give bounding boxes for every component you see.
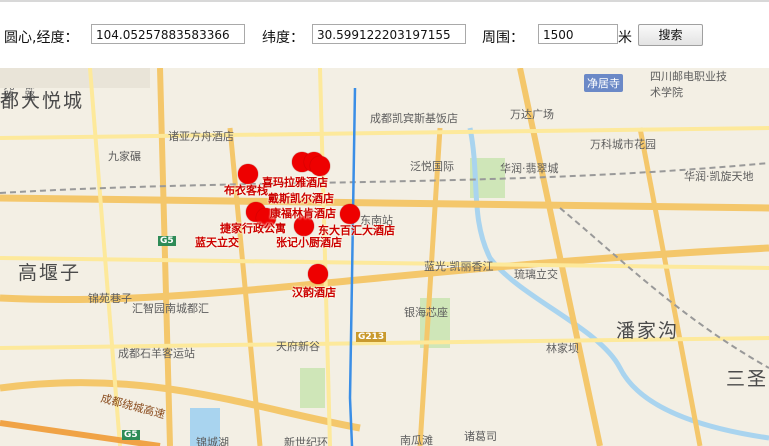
label-huarun-cuiwei: 华润·翡翠城 [500, 162, 559, 175]
label-huarun-rundong: 华润·凯旋天地 [684, 170, 754, 183]
label-lanjiang: 蓝光·凯丽香江 [424, 260, 494, 273]
latitude-label: 纬度： [262, 30, 304, 46]
label-nanguatan: 南瓜滩 [400, 434, 433, 446]
label-xinshiji: 新世纪环 [284, 436, 328, 446]
search-button[interactable]: 搜索 [638, 24, 703, 46]
label-panjiagou: 潘家沟 [616, 320, 680, 342]
latitude-input[interactable]: 30.599122203197155 [312, 24, 466, 44]
label-shiyang: 成都石羊客运站 [118, 347, 195, 360]
hotel-marker[interactable] [310, 156, 330, 176]
hotel-label: 喜玛拉雅酒店 [262, 176, 328, 189]
hotel-label: 戴斯凯尔酒店 [268, 192, 334, 205]
range-input[interactable]: 1500 [538, 24, 618, 44]
label-liuli: 琉璃立交 [514, 268, 558, 281]
label-fanyue: 泛悦国际 [410, 160, 454, 173]
search-toolbar: 圆心,经度： 104.05257883583366 纬度： 30.5991222… [0, 20, 769, 52]
label-wanke: 万科城市花园 [590, 138, 656, 151]
label-wanda: 万达广场 [510, 108, 554, 121]
label-zhizhiyuan: 汇智园南城都汇 [132, 302, 209, 315]
label-zhuge: 诸葛司 [464, 430, 497, 443]
hotel-label: 康福林肯酒店 [270, 207, 336, 220]
label-kaibin: 成都凯宾斯基饭店 [370, 112, 458, 125]
longitude-input[interactable]: 104.05257883583366 [91, 24, 245, 44]
label-gaojunzi: 高堰子 [18, 262, 82, 284]
label-dudayue: 都大悦城 [0, 90, 85, 112]
range-label: 周围： [482, 30, 524, 46]
label-jincheng-lake: 锦城湖 [196, 436, 229, 446]
hotel-label: 蓝天立交 [195, 236, 239, 249]
label-jinmao: 锦苑巷子 [88, 292, 132, 305]
top-divider [0, 0, 769, 2]
g5-badge-north: G5 [158, 236, 176, 246]
hotel-marker[interactable] [340, 204, 360, 224]
label-sichuan-post: 四川邮电职业技术学院 [650, 70, 727, 99]
label-linjiaba: 林家坝 [546, 342, 579, 355]
label-sansheng: 三圣 [726, 368, 769, 390]
g5-badge-south: G5 [122, 430, 140, 440]
hotel-marker[interactable] [238, 164, 258, 184]
hotel-label: 东大百汇大酒店 [318, 224, 395, 237]
center-lng-label: 圆心,经度： [4, 30, 79, 46]
label-yinhai: 银海芯座 [404, 306, 448, 319]
hotel-marker[interactable] [308, 264, 328, 284]
label-zhufengwan: 诸亚方舟酒店 [168, 130, 234, 143]
label-tianfu: 天府新谷 [276, 340, 320, 353]
label-jiujia: 九家碾 [108, 150, 141, 163]
map-canvas[interactable]: 都大悦城 诸亚方舟酒店 九家碾 成都凯宾斯基饭店 万达广场 净居寺 四川邮电职业… [0, 68, 769, 446]
g213-badge: G213 [356, 332, 387, 342]
label-jingjusi: 净居寺 [584, 74, 623, 92]
unit-label: 米 [618, 30, 632, 46]
hotel-label: 汉韵酒店 [292, 286, 336, 299]
